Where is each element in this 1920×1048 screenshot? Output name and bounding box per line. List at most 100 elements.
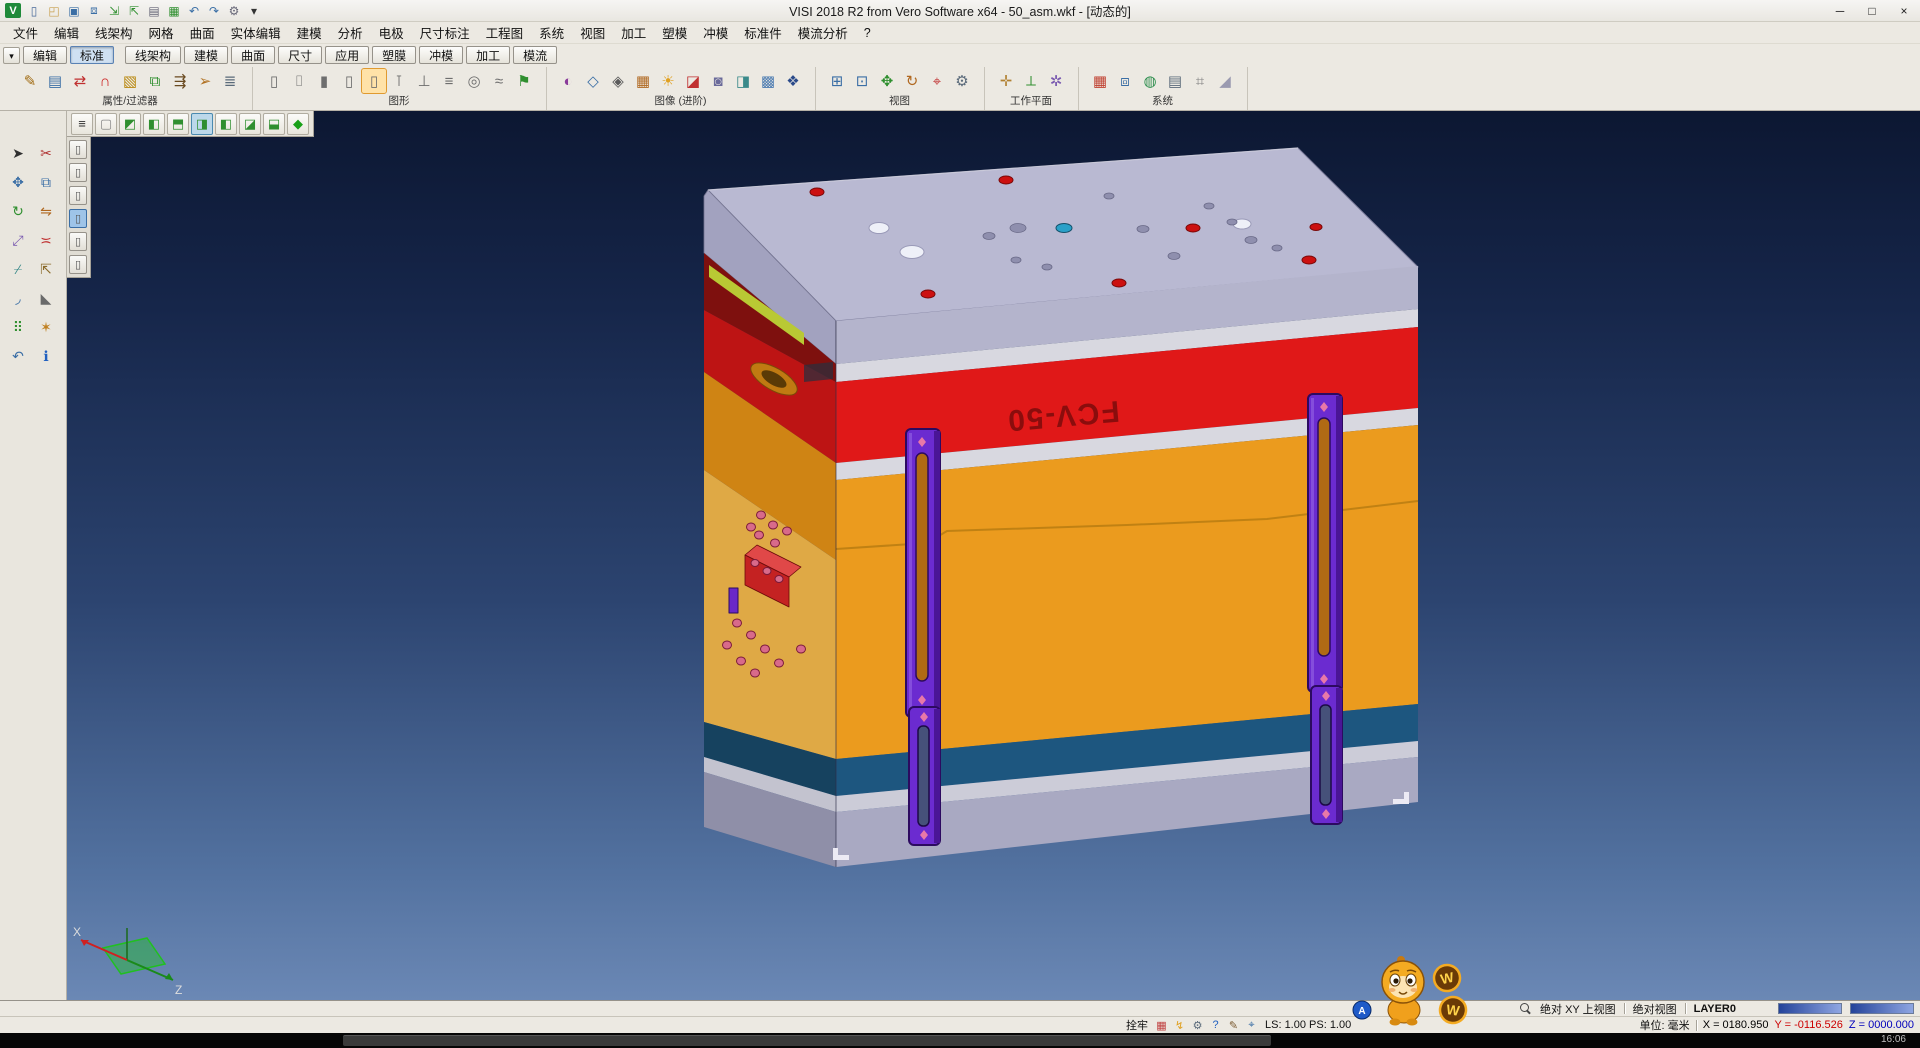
taskbar-window-button[interactable]: [343, 1035, 1271, 1046]
explode-icon[interactable]: ✶: [34, 315, 59, 340]
menu-item-9[interactable]: 电极: [371, 21, 412, 44]
menu-item-5[interactable]: 曲面: [182, 21, 223, 44]
section-view-icon[interactable]: ◪: [681, 69, 705, 93]
tab-left-1[interactable]: 编辑: [23, 46, 67, 64]
core-pin-icon[interactable]: ▯: [337, 69, 361, 93]
new-file-icon[interactable]: ▯: [25, 2, 43, 19]
close-button[interactable]: ×: [1888, 0, 1920, 21]
erase-icon[interactable]: ✂: [34, 141, 59, 166]
menu-item-8[interactable]: 分析: [330, 21, 371, 44]
menu-item-18[interactable]: 模流分析: [790, 21, 856, 44]
menu-item-16[interactable]: 冲模: [695, 21, 736, 44]
tab-right-4[interactable]: 尺寸: [278, 46, 322, 64]
viewport-menu-icon[interactable]: ≡: [71, 113, 93, 135]
toolbar-options-dropdown-icon[interactable]: ▾: [3, 47, 20, 64]
selection-filter-icon[interactable]: ➢: [193, 69, 217, 93]
mirror-icon[interactable]: ⇋: [34, 199, 59, 224]
magnet-filter-icon[interactable]: ∩: [93, 69, 117, 93]
washer-stack-icon[interactable]: ≡: [437, 69, 461, 93]
help-icon[interactable]: ?: [1208, 1018, 1223, 1032]
stretch-icon[interactable]: ⤢: [6, 228, 31, 253]
tab-right-2[interactable]: 建模: [184, 46, 228, 64]
workplane-align-icon[interactable]: ⟂: [1019, 69, 1043, 93]
zoom-fit-icon[interactable]: ⊡: [850, 69, 874, 93]
bolt-icon[interactable]: ⊺: [387, 69, 411, 93]
gear-icon[interactable]: ⚙: [1190, 1018, 1205, 1032]
sleeve-pin-icon[interactable]: ▮: [312, 69, 336, 93]
undo-icon[interactable]: ↶: [185, 2, 203, 19]
maximize-button[interactable]: □: [1856, 0, 1888, 21]
view-cube-top-icon[interactable]: ⬒: [167, 113, 189, 135]
tab-right-1[interactable]: 线架构: [125, 46, 181, 64]
menu-item-4[interactable]: 网格: [141, 21, 182, 44]
box-filter-icon[interactable]: ▧: [118, 69, 142, 93]
menu-item-14[interactable]: 加工: [613, 21, 654, 44]
offset-icon[interactable]: ≍: [34, 228, 59, 253]
lighting-icon[interactable]: ☀: [656, 69, 680, 93]
zoom-status-icon[interactable]: [1520, 1003, 1532, 1015]
open-file-icon[interactable]: ◰: [45, 2, 63, 19]
shading-icon[interactable]: ◐: [556, 69, 580, 93]
pan-icon[interactable]: ✥: [875, 69, 899, 93]
color-table-icon[interactable]: ▦: [1088, 69, 1112, 93]
flag-icon[interactable]: ⚑: [512, 69, 536, 93]
menu-item-19[interactable]: ?: [856, 24, 879, 42]
chain-filter-icon[interactable]: ⧉: [143, 69, 167, 93]
swap-attributes-icon[interactable]: ⇄: [68, 69, 92, 93]
tab-right-7[interactable]: 冲模: [419, 46, 463, 64]
save-all-icon[interactable]: ⧈: [85, 2, 103, 19]
copy-icon[interactable]: ⧉: [34, 170, 59, 195]
lock-toggle[interactable]: 拴牢: [1126, 1017, 1148, 1033]
menu-item-15[interactable]: 塑模: [654, 21, 695, 44]
filter-list-icon[interactable]: ≣: [218, 69, 242, 93]
view-cube-left-icon[interactable]: ◧: [215, 113, 237, 135]
plot-icon[interactable]: ▦: [165, 2, 183, 19]
move-icon[interactable]: ✥: [6, 170, 31, 195]
menu-item-7[interactable]: 建模: [289, 21, 330, 44]
dock-view-button-3[interactable]: ▯: [69, 186, 87, 205]
redo-icon[interactable]: ↷: [205, 2, 223, 19]
snap-grid-icon[interactable]: ▦: [1154, 1018, 1169, 1032]
view-mode-label[interactable]: 绝对 XY 上视图: [1540, 1001, 1616, 1017]
mold-model-3d[interactable]: FCV-50: [67, 111, 1920, 1000]
globe-icon[interactable]: ◍: [1138, 69, 1162, 93]
chamfer-icon[interactable]: ◣: [34, 286, 59, 311]
settings-icon[interactable]: ⚙: [225, 2, 243, 19]
trim-icon[interactable]: ⌿: [6, 257, 31, 282]
menu-item-10[interactable]: 尺寸标注: [412, 21, 478, 44]
import-icon[interactable]: ⇲: [105, 2, 123, 19]
dock-view-button-6[interactable]: ▯: [69, 255, 87, 274]
ejector-pin-icon[interactable]: ▯: [262, 69, 286, 93]
lightning-icon[interactable]: ↯: [1172, 1018, 1187, 1032]
menu-item-2[interactable]: 编辑: [46, 21, 87, 44]
save-file-icon[interactable]: ▣: [65, 2, 83, 19]
undo-view-icon[interactable]: ↶: [6, 344, 31, 369]
locating-ring-icon[interactable]: ◎: [462, 69, 486, 93]
dock-view-button-1[interactable]: ▯: [69, 140, 87, 159]
workplane-free-icon[interactable]: ✲: [1044, 69, 1068, 93]
edit-attributes-icon[interactable]: ✎: [18, 69, 42, 93]
menu-item-6[interactable]: 实体编辑: [223, 21, 289, 44]
view-cube-bottom-icon[interactable]: ⬓: [263, 113, 285, 135]
screw-icon[interactable]: ⊥: [412, 69, 436, 93]
view-settings-icon[interactable]: ⚙: [950, 69, 974, 93]
absolute-view-label[interactable]: 绝对视图: [1633, 1001, 1677, 1017]
element-filter-icon[interactable]: ⇶: [168, 69, 192, 93]
minimize-button[interactable]: ─: [1824, 0, 1856, 21]
plane-slope-icon[interactable]: ◢: [1213, 69, 1237, 93]
workplane-icon[interactable]: ✛: [994, 69, 1018, 93]
render-cube-icon[interactable]: ❖: [781, 69, 805, 93]
spring-icon[interactable]: ≈: [487, 69, 511, 93]
fillet-icon[interactable]: ◞: [6, 286, 31, 311]
zoom-window-icon[interactable]: ⊞: [825, 69, 849, 93]
os-taskbar[interactable]: 16:06: [0, 1033, 1920, 1048]
tab-left-2[interactable]: 标准: [70, 46, 114, 64]
texture-icon[interactable]: ▦: [631, 69, 655, 93]
reflection-icon[interactable]: ◨: [731, 69, 755, 93]
select-icon[interactable]: ➤: [6, 141, 31, 166]
menu-item-13[interactable]: 视图: [572, 21, 613, 44]
tab-right-6[interactable]: 塑膜: [372, 46, 416, 64]
export-icon[interactable]: ⇱: [125, 2, 143, 19]
viewport-3d[interactable]: ≡▢◩◧⬒◨◧◪⬓◆ ▯▯▯▯▯▯: [67, 111, 1920, 1000]
tab-right-9[interactable]: 模流: [513, 46, 557, 64]
